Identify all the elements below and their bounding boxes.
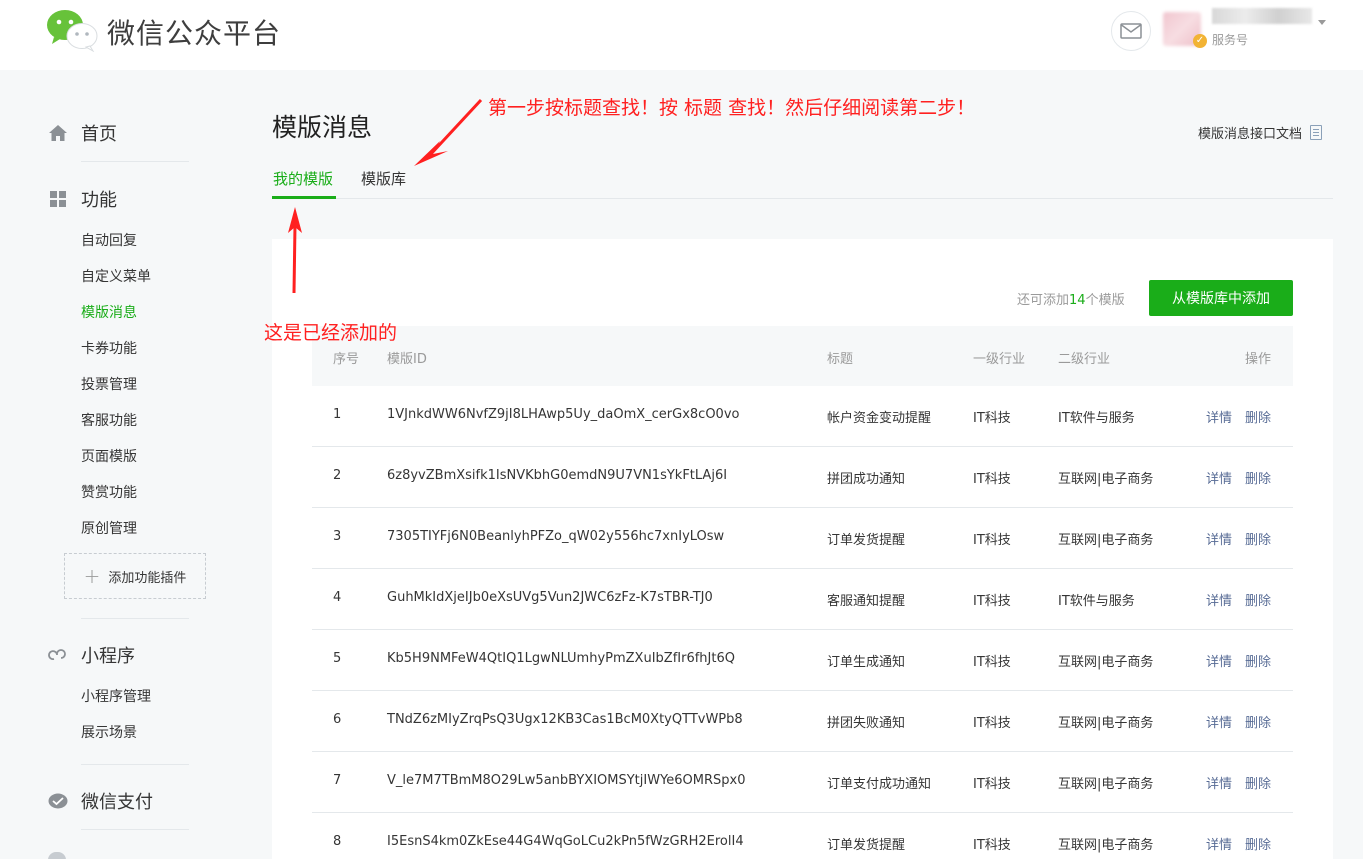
annotation-added: 这是已经添加的 <box>264 322 398 344</box>
annotation-step-one: 第一步按标题查找！按 标题 查找！然后仔细阅读第二步！ <box>488 97 976 119</box>
arrow-head <box>414 141 448 166</box>
annotation-arrows <box>288 98 483 294</box>
